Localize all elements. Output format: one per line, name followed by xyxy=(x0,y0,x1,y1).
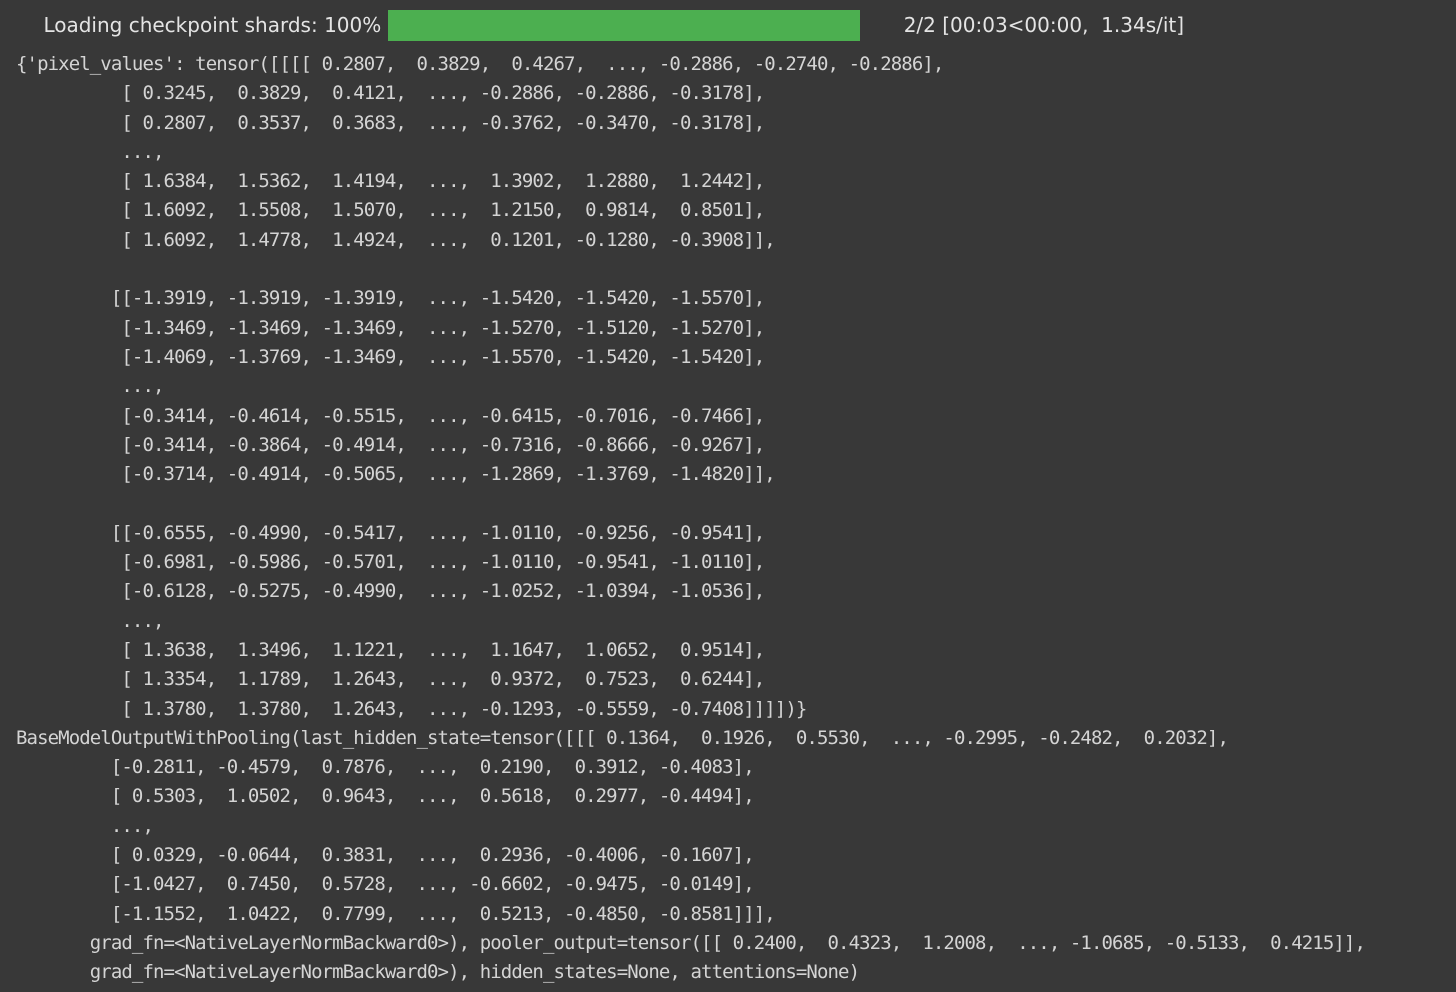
output-line: [ 1.3354, 1.1789, 1.2643, ..., 0.9372, 0… xyxy=(16,668,765,691)
output-line: ..., xyxy=(16,375,164,398)
progress-fill xyxy=(388,9,861,41)
progress-bar-row: Loading checkpoint shards: 100% 2/2 [00:… xyxy=(0,8,1456,42)
output-line: ..., xyxy=(16,609,164,632)
output-line: [ 1.6092, 1.5508, 1.5070, ..., 1.2150, 0… xyxy=(16,199,765,222)
output-line: [[-0.6555, -0.4990, -0.5417, ..., -1.011… xyxy=(16,521,765,544)
output-line: [-1.4069, -1.3769, -1.3469, ..., -1.5570… xyxy=(16,345,765,368)
output-line: [-1.1552, 1.0422, 0.7799, ..., 0.5213, -… xyxy=(16,902,776,925)
output-line: BaseModelOutputWithPooling(last_hidden_s… xyxy=(16,726,1229,749)
output-line: grad_fn=<NativeLayerNormBackward0>), poo… xyxy=(16,931,1366,954)
output-line: [-0.3714, -0.4914, -0.5065, ..., -1.2869… xyxy=(16,463,775,486)
output-line: [-1.3469, -1.3469, -1.3469, ..., -1.5270… xyxy=(16,316,765,339)
progress-timing: [00:03<00:00, xyxy=(942,13,1089,37)
output-line: [ 1.6384, 1.5362, 1.4194, ..., 1.3902, 1… xyxy=(16,170,765,193)
output-line: [-0.3414, -0.4614, -0.5515, ..., -0.6415… xyxy=(16,404,765,427)
output-line: [ 1.3780, 1.3780, 1.2643, ..., -0.1293, … xyxy=(16,697,807,720)
output-line: [ 0.3245, 0.3829, 0.4121, ..., -0.2886, … xyxy=(16,82,765,105)
output-line: {'pixel_values': tensor([[[[ 0.2807, 0.3… xyxy=(16,53,944,75)
output-line: [-0.2811, -0.4579, 0.7876, ..., 0.2190, … xyxy=(16,756,755,779)
progress-track xyxy=(388,9,861,41)
progress-rate: 1.34s/it] xyxy=(1101,13,1185,37)
output-line: [ 0.5303, 1.0502, 0.9643, ..., 0.5618, 0… xyxy=(16,785,755,808)
output-line: [[-1.3919, -1.3919, -1.3919, ..., -1.542… xyxy=(16,287,765,310)
output-line: [-0.6981, -0.5986, -0.5701, ..., -1.0110… xyxy=(16,551,765,574)
output-line: [-1.0427, 0.7450, 0.5728, ..., -0.6602, … xyxy=(16,873,755,896)
progress-percent: 100% xyxy=(324,13,382,37)
output-line: ..., xyxy=(16,814,154,837)
output-line: [ 1.3638, 1.3496, 1.1221, ..., 1.1647, 1… xyxy=(16,638,765,661)
progress-count: 2/2 xyxy=(903,13,936,37)
progress-label: Loading checkpoint shards: xyxy=(43,13,318,37)
output-line: [ 0.2807, 0.3537, 0.3683, ..., -0.3762, … xyxy=(16,111,765,134)
output-line: [ 1.6092, 1.4778, 1.4924, ..., 0.1201, -… xyxy=(16,228,775,251)
output-line: [-0.3414, -0.3864, -0.4914, ..., -0.7316… xyxy=(16,433,765,456)
output-line: ..., xyxy=(16,140,164,163)
output-line: grad_fn=<NativeLayerNormBackward0>), hid… xyxy=(16,961,860,984)
cell-output: {'pixel_values': tensor([[[[ 0.2807, 0.3… xyxy=(16,50,1366,988)
output-line: [-0.6128, -0.5275, -0.4990, ..., -1.0252… xyxy=(16,580,765,603)
output-line: [ 0.0329, -0.0644, 0.3831, ..., 0.2936, … xyxy=(16,844,755,867)
